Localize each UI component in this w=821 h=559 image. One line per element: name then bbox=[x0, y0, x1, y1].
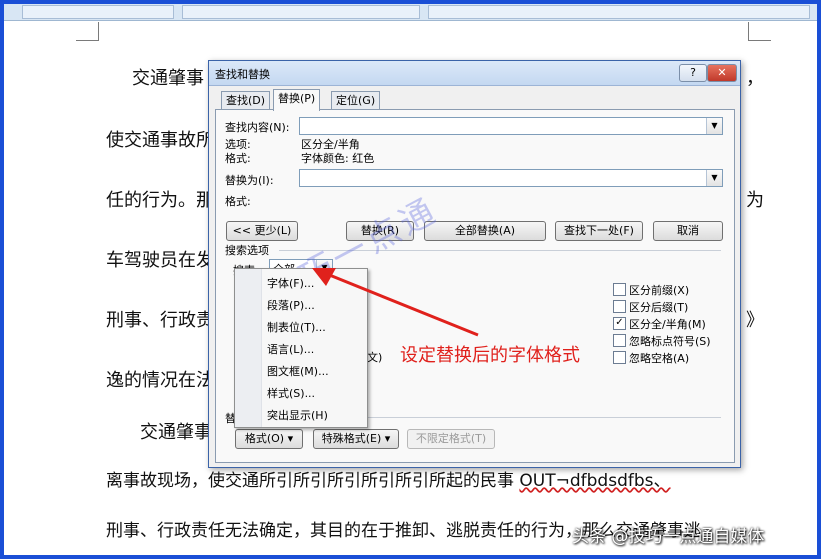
annotation-arrow bbox=[312, 268, 479, 337]
annotation-text: 设定替换后的字体格式 bbox=[400, 345, 580, 366]
credit-watermark: 头条 @技巧一点通自媒体 bbox=[572, 527, 765, 547]
